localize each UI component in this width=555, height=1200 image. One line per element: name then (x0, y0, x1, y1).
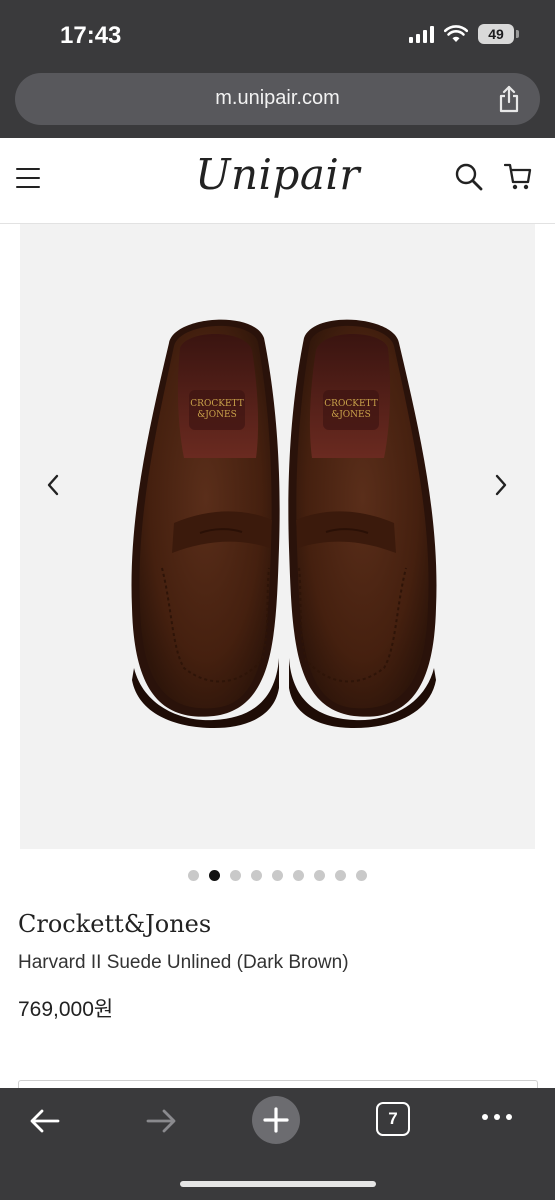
product-name: Harvard II Suede Unlined (Dark Brown) (18, 952, 349, 973)
site-header: Unipair (0, 138, 555, 224)
forward-arrow-icon[interactable] (144, 1104, 178, 1143)
carousel-dot[interactable] (272, 870, 283, 881)
loafer-shoes-image: CROCKETT &JONES CROCKETT &JONES (114, 308, 454, 733)
share-icon[interactable] (496, 85, 522, 118)
svg-text:&JONES: &JONES (197, 410, 237, 420)
battery-level: 49 (478, 24, 514, 44)
wifi-icon (444, 25, 468, 43)
status-icons: 49 (409, 24, 519, 44)
search-icon[interactable] (454, 162, 484, 197)
url-text[interactable]: m.unipair.com (15, 87, 540, 110)
product-image-carousel[interactable]: CROCKETT &JONES CROCKETT &JONES (20, 224, 535, 849)
browser-top-bar: 17:43 49 m.unipair.com (0, 0, 555, 138)
carousel-dot[interactable] (209, 870, 220, 881)
svg-text:CROCKETT: CROCKETT (190, 399, 243, 409)
prev-image-arrow-icon[interactable] (42, 473, 66, 502)
status-time: 17:43 (60, 22, 122, 49)
new-tab-plus-icon[interactable] (252, 1096, 300, 1144)
next-image-arrow-icon[interactable] (488, 473, 512, 502)
url-bar[interactable]: m.unipair.com (15, 73, 540, 125)
signal-icon (409, 25, 434, 43)
carousel-dot[interactable] (293, 870, 304, 881)
back-arrow-icon[interactable] (28, 1104, 62, 1143)
product-price: 769,000원 (18, 998, 114, 1021)
cart-icon[interactable] (503, 162, 532, 197)
carousel-dot[interactable] (230, 870, 241, 881)
home-indicator (180, 1181, 376, 1187)
carousel-dot[interactable] (188, 870, 199, 881)
carousel-dot[interactable] (314, 870, 325, 881)
more-icon[interactable] (482, 1114, 512, 1120)
product-brand[interactable]: Crockett&Jones (18, 910, 211, 938)
battery-icon: 49 (478, 24, 519, 44)
carousel-dot[interactable] (335, 870, 346, 881)
carousel-dots (0, 870, 555, 881)
tabs-icon[interactable]: 7 (376, 1102, 410, 1136)
carousel-dot[interactable] (356, 870, 367, 881)
svg-text:&JONES: &JONES (331, 410, 371, 420)
carousel-dot[interactable] (251, 870, 262, 881)
svg-text:CROCKETT: CROCKETT (324, 399, 377, 409)
